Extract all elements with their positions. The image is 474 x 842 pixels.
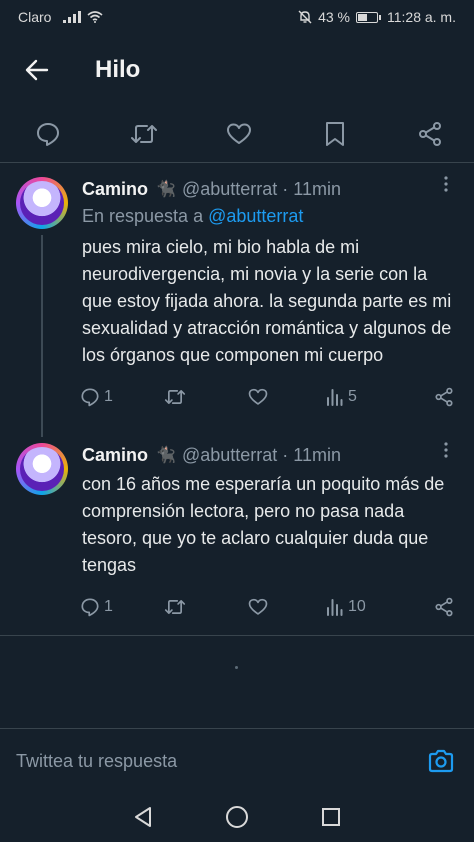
square-recents-icon [322,808,340,826]
comment-icon [81,598,99,617]
reply-input[interactable]: Twittea tu respuesta [16,751,424,772]
view-count: 10 [348,598,366,615]
comment-icon [37,123,59,146]
tweet-header: Camino 🐈‍⬛ @abutterrat · 11min [82,443,458,467]
bookmark-icon [325,122,344,146]
share-icon [435,387,453,407]
tweet-text: pues mira cielo, mi bio habla de mi neur… [82,237,452,365]
reply-count: 1 [104,388,113,405]
tweet-header: Camino 🐈‍⬛ @abutterrat · 11min [82,177,458,201]
mute-bell-icon [298,10,312,24]
nav-recents-button[interactable] [321,807,341,827]
retweet-button[interactable] [164,387,248,407]
tweet-text: con 16 años me esperaría un poquito más … [82,474,445,575]
battery-icon [355,11,381,23]
analytics-icon [327,599,343,616]
avatar[interactable] [16,443,68,495]
app-header: Hilo [0,34,474,106]
page-title: Hilo [95,56,141,83]
reply-mention-link[interactable]: @abutterrat [208,206,303,226]
separator-dot: · [282,178,289,199]
separator-dot: · [282,444,289,465]
heart-icon [227,123,251,144]
circle-home-icon [226,806,248,828]
thread-line [41,235,43,437]
retweet-icon [164,390,186,404]
black-cat-emoji: 🐈‍⬛ [156,447,176,464]
reply-button[interactable]: 1 [80,387,164,407]
timestamp[interactable]: 11min [293,445,341,466]
wifi-icon [87,11,103,23]
camera-button[interactable] [424,744,458,778]
loading-dot [235,666,238,669]
retweet-button[interactable] [126,116,162,152]
tweet-actions: 1 10 [80,579,458,635]
thread-action-bar [0,106,474,163]
share-button[interactable] [434,387,454,407]
views-button[interactable]: 10 [326,598,408,616]
status-bar: Claro 43 % 11:28 a. m. [0,0,474,34]
analytics-icon [327,389,343,406]
nav-back-button[interactable] [133,806,153,828]
retweet-button[interactable] [164,597,248,617]
bookmark-button[interactable] [317,116,353,152]
comment-button[interactable] [30,116,66,152]
tweet[interactable]: Camino 🐈‍⬛ @abutterrat · 11min con 16 añ… [0,425,474,635]
nav-home-button[interactable] [225,805,249,829]
camera-icon [428,749,454,773]
triangle-back-icon [135,807,151,827]
reply-context: En respuesta a @abutterrat [82,206,458,227]
reply-button[interactable]: 1 [80,597,164,617]
share-button[interactable] [412,116,448,152]
handle[interactable]: @abutterrat [182,179,277,200]
views-button[interactable]: 5 [326,388,408,406]
battery-percent: 43 % [318,9,350,25]
reply-composer: Twittea tu respuesta [0,728,474,793]
heart-icon [248,388,268,405]
more-vertical-icon [444,176,448,192]
more-options-button[interactable] [436,441,456,465]
like-button[interactable] [248,387,326,407]
clock: 11:28 a. m. [386,9,456,25]
more-vertical-icon [444,442,448,458]
timestamp[interactable]: 11min [293,179,341,200]
system-nav-bar [0,792,474,842]
display-name[interactable]: Camino [82,179,148,200]
retweet-icon [164,600,186,614]
view-count: 5 [348,388,357,405]
handle[interactable]: @abutterrat [182,445,277,466]
tweet[interactable]: Camino 🐈‍⬛ @abutterrat · 11min En respue… [0,163,474,437]
signal-icon [63,11,82,23]
retweet-icon [130,125,157,143]
like-button[interactable] [248,597,326,617]
share-icon [419,122,441,146]
avatar[interactable] [16,177,68,229]
carrier-label: Claro [18,9,52,25]
more-options-button[interactable] [436,175,456,199]
like-button[interactable] [221,116,257,152]
comment-icon [81,388,99,407]
reply-count: 1 [104,598,113,615]
reply-prefix: En respuesta a [82,206,204,226]
black-cat-emoji: 🐈‍⬛ [156,181,176,198]
back-button[interactable] [20,53,54,87]
tweet-divider [0,635,474,636]
tweet-actions: 1 5 [80,369,458,425]
display-name[interactable]: Camino [82,445,148,466]
share-icon [435,597,453,617]
share-button[interactable] [434,597,454,617]
heart-icon [248,598,268,615]
arrow-left-icon [25,59,49,81]
